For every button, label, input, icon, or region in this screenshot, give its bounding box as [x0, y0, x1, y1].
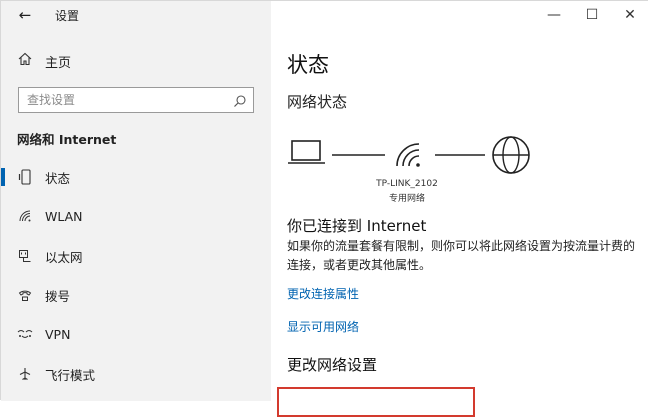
sidebar-item-label: 状态 [45, 170, 71, 186]
maximize-button[interactable]: ☐ [573, 1, 611, 29]
search-box[interactable] [18, 87, 254, 113]
home-nav-item[interactable]: 主页 [1, 47, 271, 75]
sidebar-item-label: VPN [45, 326, 71, 342]
connection-description: 如果你的流量套餐有限制，则你可以将此网络设置为按流量计费的连接，或者更改其他属性… [287, 239, 636, 272]
home-label: 主页 [45, 55, 72, 71]
sidebar-item-dialup[interactable]: 拨号 [1, 278, 271, 312]
close-button[interactable]: ✕ [611, 1, 648, 29]
show-available-networks-link[interactable]: 显示可用网络 [287, 318, 359, 335]
search-icon [233, 93, 247, 107]
minimize-button[interactable]: — [535, 1, 573, 29]
home-icon [17, 52, 33, 70]
change-network-settings-heading: 更改网络设置 [287, 356, 378, 374]
minimize-icon: — [547, 7, 561, 23]
title-bar: ← 设置 [1, 1, 271, 31]
sidebar-item-label: WLAN [45, 208, 83, 224]
status-icon [17, 169, 33, 185]
globe-icon [492, 136, 530, 174]
sidebar: ← 设置 主页 网络和 Internet 状态 [1, 1, 271, 401]
sidebar-item-wlan[interactable]: WLAN [1, 199, 271, 233]
airplane-icon [17, 367, 33, 381]
ethernet-icon [17, 249, 33, 263]
sidebar-item-vpn[interactable]: VPN [1, 317, 271, 351]
back-arrow-icon: ← [18, 6, 32, 24]
search-input[interactable] [19, 88, 227, 112]
network-type: 专用网络 [388, 194, 425, 204]
section-title: 网络和 Internet [17, 132, 117, 147]
page-title: 状态 [287, 53, 329, 77]
highlight-box [277, 387, 475, 417]
network-diagram-graphic [288, 136, 530, 174]
settings-window: ← 设置 主页 网络和 Internet 状态 [0, 0, 648, 417]
wifi-router-icon [396, 143, 420, 167]
sidebar-item-label: 飞行模式 [45, 367, 96, 383]
network-status-heading: 网络状态 [287, 93, 348, 111]
dialup-icon [17, 288, 33, 302]
vpn-icon [17, 328, 33, 340]
maximize-icon: ☐ [585, 7, 599, 23]
laptop-icon [288, 140, 325, 164]
wifi-icon [17, 209, 33, 223]
window-controls: — ☐ ✕ [535, 1, 648, 29]
sidebar-item-ethernet[interactable]: 以太网 [1, 239, 271, 273]
close-icon: ✕ [624, 7, 636, 23]
sidebar-item-label: 拨号 [45, 288, 71, 304]
back-button[interactable]: ← [15, 5, 35, 25]
sidebar-item-airplane-mode[interactable]: 飞行模式 [1, 357, 271, 391]
change-connection-properties-link[interactable]: 更改连接属性 [287, 285, 359, 302]
sidebar-item-status[interactable]: 状态 [1, 160, 271, 194]
network-status-diagram: TP-LINK_2102 专用网络 [287, 131, 547, 204]
network-name: TP-LINK_2102 [376, 179, 438, 189]
sidebar-item-label: 以太网 [45, 249, 83, 265]
connection-status-title: 你已连接到 Internet [287, 217, 427, 235]
app-title: 设置 [55, 9, 80, 23]
